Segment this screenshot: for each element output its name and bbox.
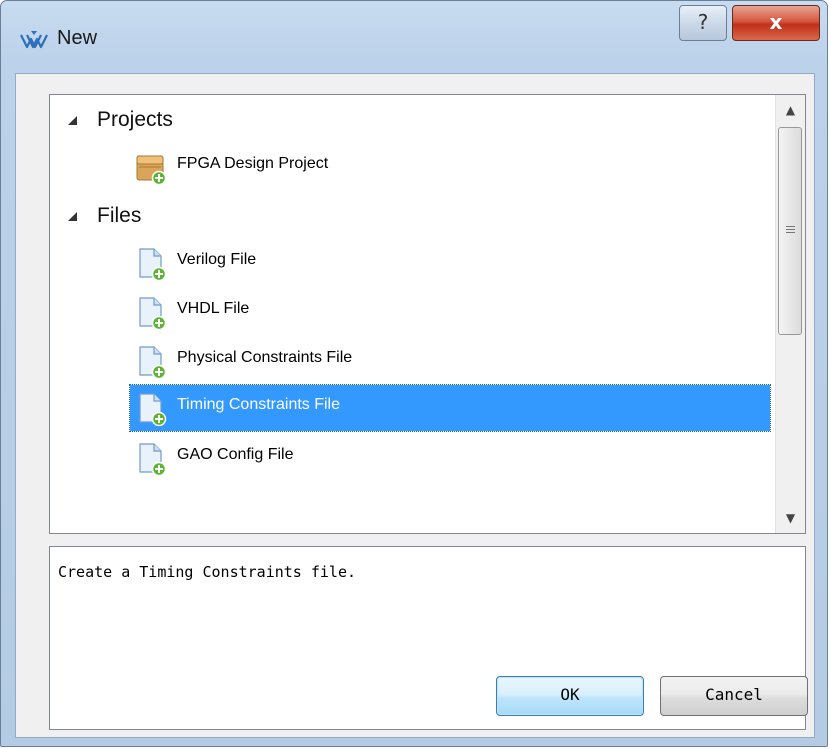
description-text: Create a Timing Constraints file.	[58, 563, 357, 581]
title-bar[interactable]: New ? x	[1, 1, 827, 73]
gowin-logo-icon	[20, 31, 48, 49]
tree-item-fpga-design-project[interactable]: FPGA Design Project	[130, 144, 770, 190]
tree-item-gao-config-file[interactable]: GAO Config File	[130, 435, 770, 481]
scroll-up-arrow-icon[interactable]: ▲	[776, 95, 805, 125]
tree-item-vhdl-file[interactable]: VHDL File	[130, 289, 770, 335]
tree-viewport: Projects FPGA Design Project Files Veril…	[50, 95, 776, 533]
grip-line	[786, 229, 795, 230]
dialog-body: Projects FPGA Design Project Files Veril…	[15, 73, 815, 738]
new-dialog: New ? x Projects FPGA Design Project Fil…	[0, 0, 828, 747]
new-file-icon	[139, 443, 167, 476]
tree-item-label: Timing Constraints File	[177, 396, 341, 413]
grip-line	[786, 226, 795, 227]
tree-category-label: Files	[97, 204, 142, 227]
grip-line	[786, 232, 795, 233]
expand-arrow-icon[interactable]	[68, 116, 77, 125]
new-file-icon	[139, 248, 167, 281]
new-file-icon	[139, 393, 167, 426]
new-item-tree[interactable]: Projects FPGA Design Project Files Veril…	[49, 94, 806, 534]
project-box-icon	[136, 155, 167, 185]
help-button[interactable]: ?	[679, 5, 727, 41]
tree-category-label: Projects	[97, 108, 173, 131]
ok-button[interactable]: OK	[496, 676, 644, 716]
window-title: New	[57, 27, 98, 49]
scrollbar-thumb[interactable]	[778, 127, 802, 335]
tree-category-files[interactable]: Files	[50, 194, 350, 240]
tree-category-projects[interactable]: Projects	[50, 98, 350, 144]
tree-item-label: VHDL File	[177, 300, 250, 317]
scroll-down-arrow-icon[interactable]: ▼	[776, 503, 805, 533]
new-file-icon	[139, 346, 167, 379]
new-file-icon	[139, 297, 167, 330]
tree-item-label: Physical Constraints File	[177, 349, 353, 366]
tree-item-label: Verilog File	[177, 251, 257, 268]
tree-item-label: FPGA Design Project	[177, 155, 329, 172]
tree-item-verilog-file[interactable]: Verilog File	[130, 240, 770, 286]
tree-item-physical-constraints-file[interactable]: Physical Constraints File	[130, 338, 770, 384]
tree-item-timing-constraints-file[interactable]: Timing Constraints File	[129, 384, 771, 432]
tree-item-label: GAO Config File	[177, 446, 294, 463]
cancel-button[interactable]: Cancel	[660, 676, 808, 716]
close-button[interactable]: x	[732, 5, 820, 41]
tree-vertical-scrollbar[interactable]: ▲ ▼	[775, 95, 805, 533]
expand-arrow-icon[interactable]	[68, 212, 77, 221]
